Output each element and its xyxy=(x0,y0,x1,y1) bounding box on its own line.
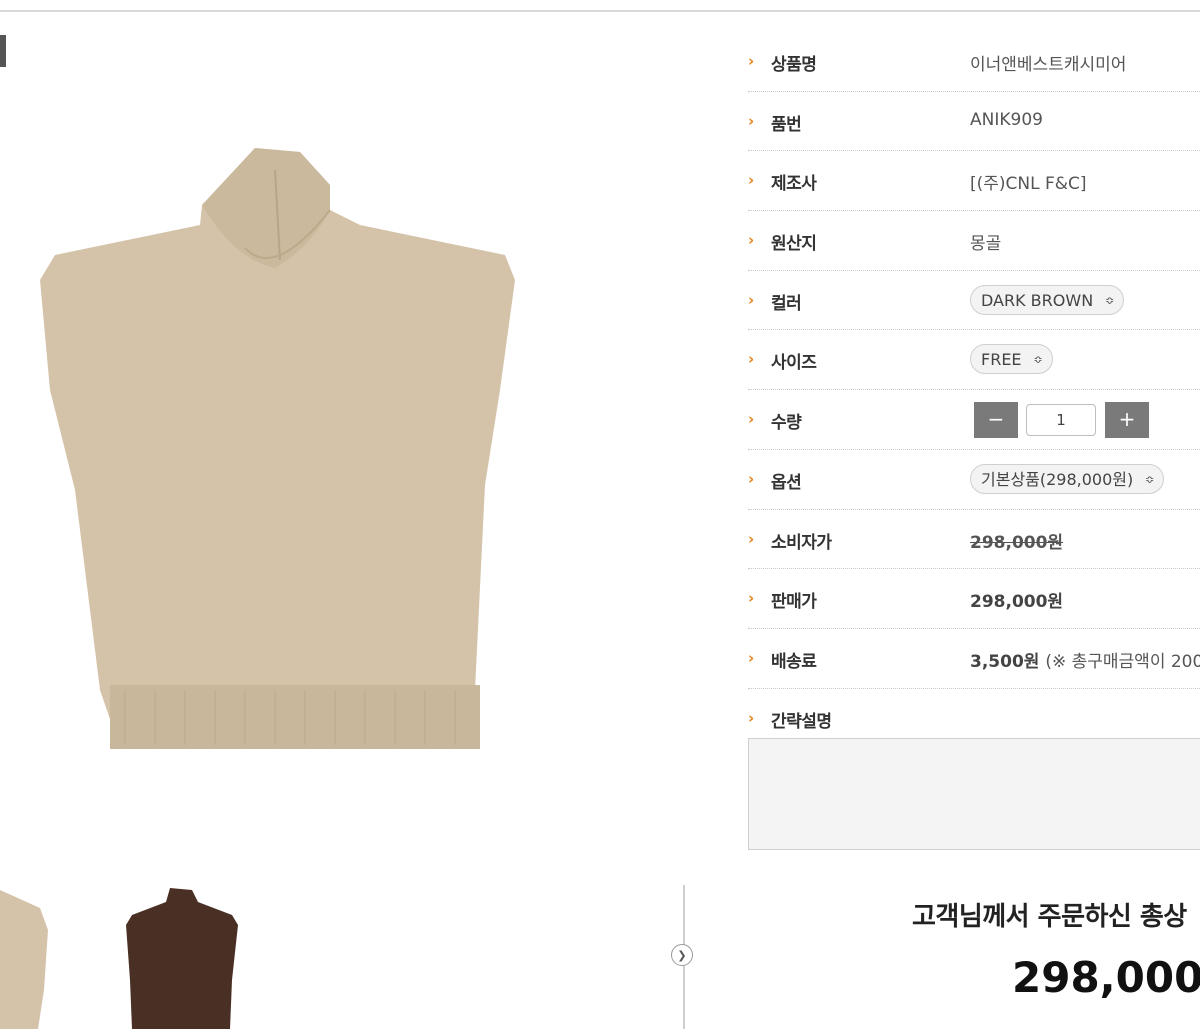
thumbnail-beige[interactable] xyxy=(0,880,60,1029)
info-row-code: › 품번 ANIK909 xyxy=(748,92,1200,152)
thumbnail-brown[interactable] xyxy=(120,880,245,1029)
updown-icon: ≎ xyxy=(1033,353,1043,367)
chevron-right-icon: › xyxy=(748,529,755,548)
sale-price-value: 298,000원 xyxy=(970,592,1064,613)
row-label: 배송료 xyxy=(771,651,817,672)
info-row-retail-price: › 소비자가 298,000원 xyxy=(748,510,1200,570)
chevron-right-icon[interactable]: ❯ xyxy=(671,944,693,966)
chevron-right-icon: › xyxy=(748,350,755,369)
manufacturer-value: [(주)CNL F&C] xyxy=(970,174,1087,195)
row-label: 사이즈 xyxy=(771,353,817,374)
chevron-right-icon: › xyxy=(748,410,755,429)
product-name-value: 이너앤베스트캐시미어 xyxy=(970,55,1127,75)
updown-icon: ≎ xyxy=(1104,293,1115,307)
origin-value: 몽골 xyxy=(970,234,1002,255)
row-label: 소비자가 xyxy=(771,532,832,553)
info-row-sale-price: › 판매가 298,000원 xyxy=(748,569,1200,629)
shipping-fee: 3,500원 (※ 총구매금액이 200 xyxy=(970,647,1200,672)
row-label: 간략설명 xyxy=(771,711,832,732)
row-label: 상품명 xyxy=(771,55,817,75)
total-price: 298,000원 xyxy=(1012,953,1200,1002)
row-label: 옵션 xyxy=(771,472,802,493)
info-row-quantity: › 수량 − 1 + xyxy=(748,390,1200,450)
color-select[interactable]: DARK BROWN ≎ xyxy=(970,284,1125,315)
chevron-right-icon: › xyxy=(748,648,755,667)
info-row-name: › 상품명 이너앤베스트캐시미어 xyxy=(748,32,1200,92)
option-select[interactable]: 기본상품(298,000원) ≎ xyxy=(970,463,1165,494)
info-row-color: › 컬러 DARK BROWN ≎ xyxy=(748,271,1200,331)
retail-price-value: 298,000원 xyxy=(970,532,1064,553)
chevron-right-icon: › xyxy=(748,469,755,488)
quantity-input[interactable]: 1 xyxy=(1026,404,1096,437)
row-label: 수량 xyxy=(771,413,802,434)
info-row-maker: › 제조사 [(주)CNL F&C] xyxy=(748,151,1200,212)
quantity-plus-button[interactable]: + xyxy=(1105,402,1149,439)
quantity-minus-button[interactable]: − xyxy=(974,402,1018,439)
top-border xyxy=(0,0,1200,12)
size-select[interactable]: FREE ≎ xyxy=(970,344,1053,375)
row-label: 컬러 xyxy=(771,293,802,314)
chevron-right-icon: › xyxy=(748,708,755,727)
total-caption: 고객님께서 주문하신 총상 xyxy=(912,902,1187,932)
product-info-table: › 상품명 이너앤베스트캐시미어 › 품번 ANIK909 › 제조사 [(주)… xyxy=(748,32,1200,747)
chevron-right-icon: › xyxy=(748,171,755,190)
row-label: 제조사 xyxy=(771,174,817,195)
product-code-value: ANIK909 xyxy=(970,109,1043,130)
chevron-right-icon: › xyxy=(748,290,755,309)
info-row-option: › 옵션 기본상품(298,000원) ≎ xyxy=(748,450,1200,510)
info-row-shipping: › 배송료 3,500원 (※ 총구매금액이 200 xyxy=(748,629,1200,689)
updown-icon: ≎ xyxy=(1145,472,1155,486)
summary-description-box xyxy=(748,738,1200,850)
section-marker xyxy=(0,35,6,67)
row-label: 품번 xyxy=(771,114,802,135)
shipping-note: (※ 총구매금액이 200 xyxy=(1045,651,1200,672)
info-row-origin: › 원산지 몽골 xyxy=(748,211,1200,271)
chevron-right-icon: › xyxy=(748,111,755,130)
row-label: 원산지 xyxy=(771,234,817,255)
option-select-value: 기본상품(298,000원) xyxy=(981,469,1134,489)
row-label: 판매가 xyxy=(771,592,817,613)
chevron-right-icon: › xyxy=(748,231,755,250)
shipping-fee-value: 3,500원 xyxy=(970,651,1040,672)
chevron-right-icon: › xyxy=(748,589,755,608)
product-main-image[interactable] xyxy=(30,130,530,770)
chevron-right-icon: › xyxy=(748,52,755,70)
size-select-value: FREE xyxy=(981,350,1022,370)
color-select-value: DARK BROWN xyxy=(981,290,1094,310)
info-row-size: › 사이즈 FREE ≎ xyxy=(748,330,1200,391)
